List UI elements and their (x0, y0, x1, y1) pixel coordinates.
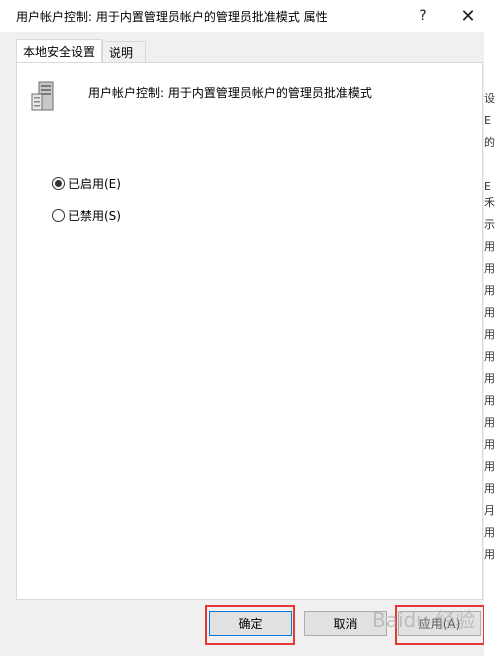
background-text-fragment: 用 (484, 284, 495, 297)
background-text-fragment: 的 (484, 136, 495, 149)
background-text-fragment: 用 (484, 350, 495, 363)
background-text-fragment: 用 (484, 328, 495, 341)
help-button[interactable]: ? (404, 0, 442, 32)
background-text-fragment: 用 (484, 438, 495, 451)
disabled-radio-label: 已禁用(S) (68, 209, 121, 223)
background-window-right: 设 E 的 E 禾 示 用 用 用 用 用 用 用 用 用 用 用 用 月 用 … (484, 0, 498, 656)
tab-panel (16, 62, 483, 600)
window-title: 用户帐户控制: 用于内置管理员帐户的管理员批准模式 属性 (16, 10, 328, 24)
background-text-fragment: 月 (484, 504, 495, 517)
close-button[interactable]: ✕ (448, 0, 488, 32)
disabled-radio-option[interactable]: 已禁用(S) (52, 207, 121, 224)
policy-name: 用户帐户控制: 用于内置管理员帐户的管理员批准模式 (88, 86, 372, 100)
background-text-fragment: E (484, 114, 491, 127)
apply-button[interactable]: 应用(A) (398, 611, 481, 636)
tab-local-security-setting[interactable]: 本地安全设置 (16, 39, 102, 63)
radio-unselected-icon[interactable] (52, 209, 65, 222)
radio-selected-icon[interactable] (52, 177, 65, 190)
background-text-fragment: 禾 (484, 196, 495, 209)
background-text-fragment: 用 (484, 526, 495, 539)
properties-dialog: 用户帐户控制: 用于内置管理员帐户的管理员批准模式 属性 ? ✕ 本地安全设置 … (0, 0, 498, 656)
background-text-fragment: 设 (484, 92, 495, 105)
background-text-fragment: 用 (484, 482, 495, 495)
background-text-fragment: 示 (484, 218, 495, 231)
enabled-radio-option[interactable]: 已启用(E) (52, 175, 121, 192)
background-text-fragment: 用 (484, 306, 495, 319)
cancel-button[interactable]: 取消 (304, 611, 387, 636)
background-text-fragment: 用 (484, 394, 495, 407)
title-bar[interactable]: 用户帐户控制: 用于内置管理员帐户的管理员批准模式 属性 ? ✕ (0, 0, 498, 32)
background-text-fragment: 用 (484, 372, 495, 385)
background-text-fragment: 用 (484, 416, 495, 429)
background-text-fragment: 用 (484, 548, 495, 561)
ok-button[interactable]: 确定 (209, 611, 292, 636)
background-text-fragment: E (484, 180, 491, 193)
server-policy-icon (31, 81, 54, 111)
enabled-radio-label: 已启用(E) (68, 177, 121, 191)
tab-explain[interactable]: 说明 (102, 41, 146, 62)
background-text-fragment: 用 (484, 262, 495, 275)
background-text-fragment: 用 (484, 460, 495, 473)
background-text-fragment: 用 (484, 240, 495, 253)
